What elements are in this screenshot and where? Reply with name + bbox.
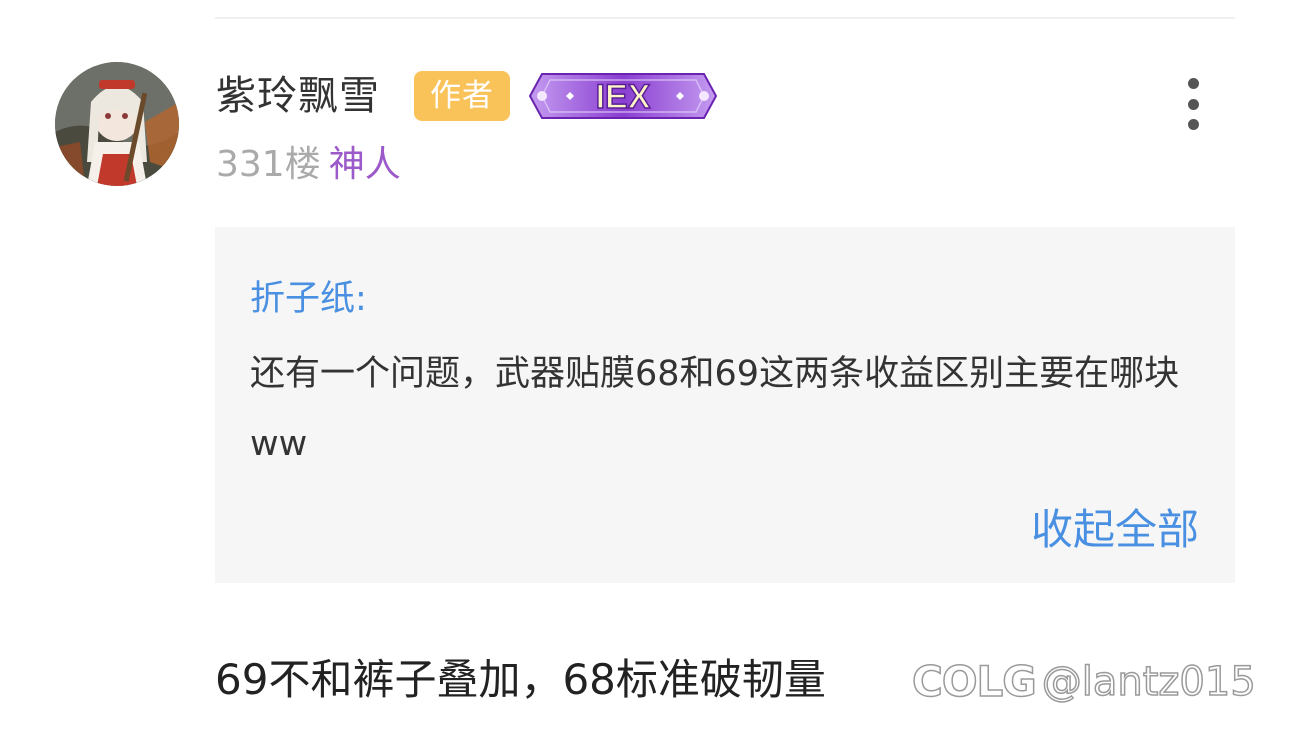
post-meta: 331楼 神人 (216, 142, 401, 188)
floor-number: 331楼 (216, 144, 321, 185)
more-options-button[interactable] (1176, 78, 1210, 130)
level-badge-icon: IEX (528, 72, 718, 120)
reply-content: 69不和裤子叠加，68标准破韧量 (215, 655, 826, 704)
author-badge: 作者 (414, 71, 510, 121)
watermark-logo: COLG (911, 656, 1037, 707)
watermark: COLG @lantz015 (911, 656, 1257, 708)
divider (215, 17, 1235, 19)
quoted-reply: 折子纸: 还有一个问题，武器贴膜68和69这两条收益区别主要在哪块ww 收起全部 (215, 227, 1235, 583)
username[interactable]: 紫玲飘雪 (216, 70, 380, 122)
more-vertical-icon (1187, 78, 1199, 89)
level-badge-label: IEX (596, 78, 651, 116)
quote-text: 还有一个问题，武器贴膜68和69这两条收益区别主要在哪块ww (250, 354, 1180, 464)
reply-card: 紫玲飘雪 作者 IEX 331楼 神人 折子纸: 还有一个问题，武器贴膜68和6… (0, 0, 1290, 730)
user-title: 神人 (328, 144, 401, 185)
quote-author[interactable]: 折子纸: (250, 277, 367, 321)
watermark-handle: @lantz015 (1041, 658, 1257, 706)
collapse-all-button[interactable]: 收起全部 (1031, 502, 1199, 558)
avatar[interactable] (55, 62, 179, 186)
